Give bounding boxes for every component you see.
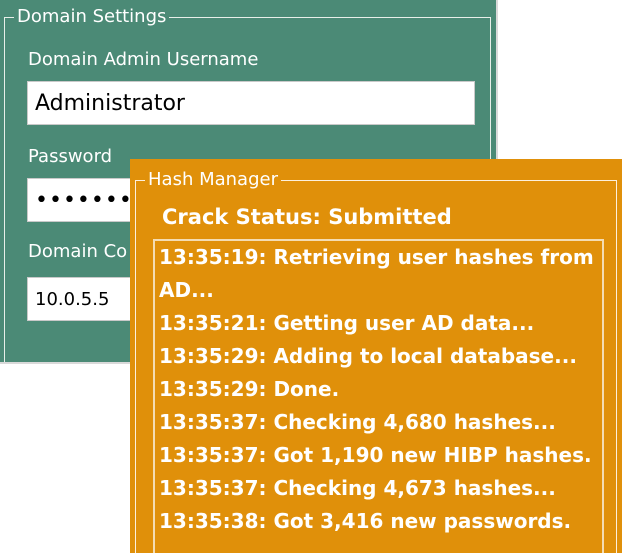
log-line: 13:35:37: Checking 4,680 hashes...: [159, 410, 556, 434]
password-label: Password: [28, 146, 113, 167]
log-output-box[interactable]: 13:35:19: Retrieving user hashes from AD…: [153, 239, 604, 553]
screenshot-root: Domain Settings Domain Admin Username Pa…: [0, 0, 622, 553]
log-line: 13:35:37: Checking 4,673 hashes...: [159, 476, 556, 500]
log-line: 13:35:37: Got 1,190 new HIBP hashes.: [159, 443, 592, 467]
log-line: 13:35:29: Done.: [159, 377, 340, 401]
username-label: Domain Admin Username: [28, 49, 259, 70]
log-line: 13:35:38: Got 3,416 new passwords.: [159, 509, 572, 533]
log-line: 13:35:19: Retrieving user hashes from: [159, 245, 594, 269]
log-line: 13:35:29: Adding to local database...: [159, 344, 577, 368]
domain-controller-label: Domain Co: [28, 241, 128, 262]
hash-manager-title: Hash Manager: [145, 168, 281, 192]
crack-status-label: Crack Status: Submitted: [162, 205, 452, 229]
username-input[interactable]: [27, 81, 475, 125]
domain-settings-title: Domain Settings: [14, 5, 170, 29]
log-line: AD...: [159, 278, 214, 302]
hash-manager-panel: Hash Manager Crack Status: Submitted 13:…: [130, 159, 622, 553]
log-line: 13:35:21: Getting user AD data...: [159, 311, 535, 335]
